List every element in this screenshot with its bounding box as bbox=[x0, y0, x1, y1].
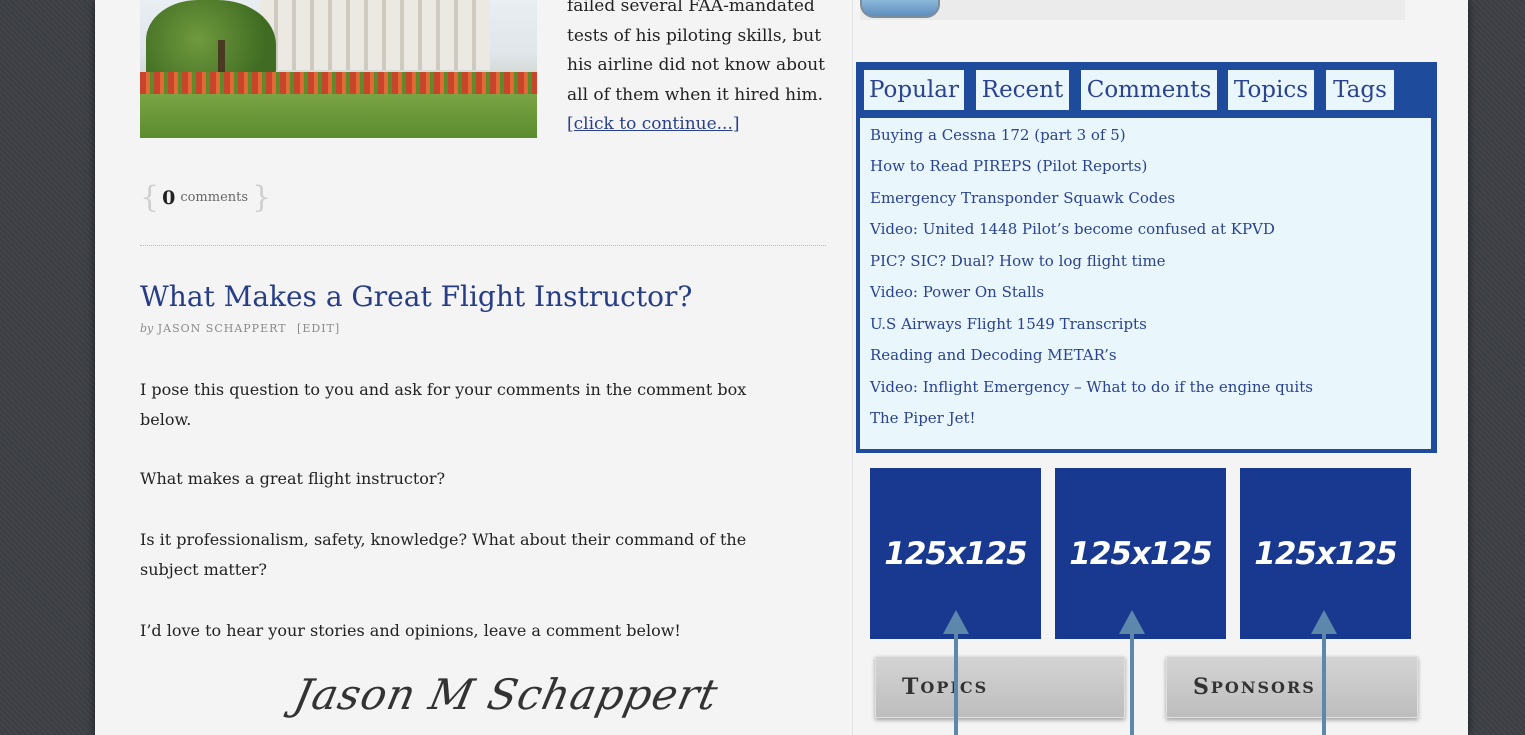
sponsors-widget-header: S PONSORS bbox=[1166, 656, 1418, 718]
byline-prefix: by bbox=[140, 322, 154, 335]
popular-list-item[interactable]: Video: Power On Stalls bbox=[870, 283, 1044, 301]
tab-topics[interactable]: Topics bbox=[1228, 70, 1314, 110]
column-divider bbox=[852, 0, 853, 735]
comments-count[interactable]: { 0 comments } bbox=[140, 180, 271, 215]
post-thumbnail-image[interactable] bbox=[140, 0, 537, 138]
comment-count-number: 0 bbox=[162, 186, 176, 209]
tab-recent[interactable]: Recent bbox=[976, 70, 1069, 110]
arrow-up-icon bbox=[943, 610, 969, 735]
popular-list-item[interactable]: U.S Airways Flight 1549 Transcripts bbox=[870, 315, 1147, 333]
popular-list-item[interactable]: How to Read PIREPS (Pilot Reports) bbox=[870, 157, 1147, 175]
popular-list-item[interactable]: Emergency Transponder Squawk Codes bbox=[870, 189, 1175, 207]
excerpt-line: all of them when it hired him. bbox=[567, 84, 824, 105]
author-signature: Jason M Schappert bbox=[289, 670, 723, 719]
tab-popular[interactable]: Popular bbox=[864, 70, 964, 110]
comment-count-label: comments bbox=[180, 190, 249, 205]
arrow-up-icon bbox=[1119, 610, 1145, 735]
tab-comments[interactable]: Comments bbox=[1081, 70, 1217, 110]
subscribe-badge-icon[interactable] bbox=[860, 0, 940, 18]
popular-list-item[interactable]: PIC? SIC? Dual? How to log flight time bbox=[870, 252, 1166, 270]
popular-list: Buying a Cessna 172 (part 3 of 5) How to… bbox=[860, 118, 1431, 449]
post-separator bbox=[140, 245, 826, 246]
popular-list-item[interactable]: Buying a Cessna 172 (part 3 of 5) bbox=[870, 126, 1126, 144]
sponsors-header-rest: PONSORS bbox=[1210, 677, 1316, 697]
popular-list-item[interactable]: Video: Inflight Emergency – What to do i… bbox=[870, 378, 1313, 396]
post-title[interactable]: What Makes a Great Flight Instructor? bbox=[140, 280, 692, 313]
author-link[interactable]: JASON SCHAPPERT bbox=[158, 322, 287, 335]
post-excerpt: failed several FAA-mandated tests of his… bbox=[567, 0, 827, 140]
topics-widget-header: TOPICS bbox=[875, 656, 1125, 718]
post-paragraph: I pose this question to you and ask for … bbox=[140, 380, 747, 429]
popular-list-item[interactable]: The Piper Jet! bbox=[870, 409, 976, 427]
edit-link[interactable]: [EDIT] bbox=[297, 322, 340, 335]
excerpt-line: failed several FAA-mandated bbox=[567, 0, 815, 16]
post-paragraph: Is it professionalism, safety, knowledge… bbox=[140, 530, 747, 579]
continue-reading-link[interactable]: [click to continue...] bbox=[567, 110, 827, 140]
tab-tags[interactable]: Tags bbox=[1326, 70, 1394, 110]
sidebar-top-box bbox=[860, 0, 1405, 20]
post-paragraph: What makes a great flight instructor? bbox=[140, 469, 446, 488]
post-byline: by JASON SCHAPPERT [EDIT] bbox=[140, 322, 340, 335]
tabbed-widget: Popular Recent Comments Topics Tags Buyi… bbox=[856, 62, 1437, 453]
popular-list-item[interactable]: Reading and Decoding METAR’s bbox=[870, 346, 1117, 364]
post-paragraph: I’d love to hear your stories and opinio… bbox=[140, 621, 681, 640]
brace-open: { bbox=[140, 180, 160, 215]
arrow-up-icon bbox=[1311, 610, 1337, 735]
excerpt-line: his airline did not know about bbox=[567, 55, 825, 75]
popular-list-item[interactable]: Video: United 1448 Pilot’s become confus… bbox=[870, 220, 1275, 238]
brace-close: } bbox=[252, 180, 272, 215]
excerpt-line: tests of his piloting skills, but bbox=[567, 25, 822, 46]
sponsors-header-initial: S bbox=[1193, 674, 1211, 700]
topics-header-initial: T bbox=[902, 674, 921, 700]
